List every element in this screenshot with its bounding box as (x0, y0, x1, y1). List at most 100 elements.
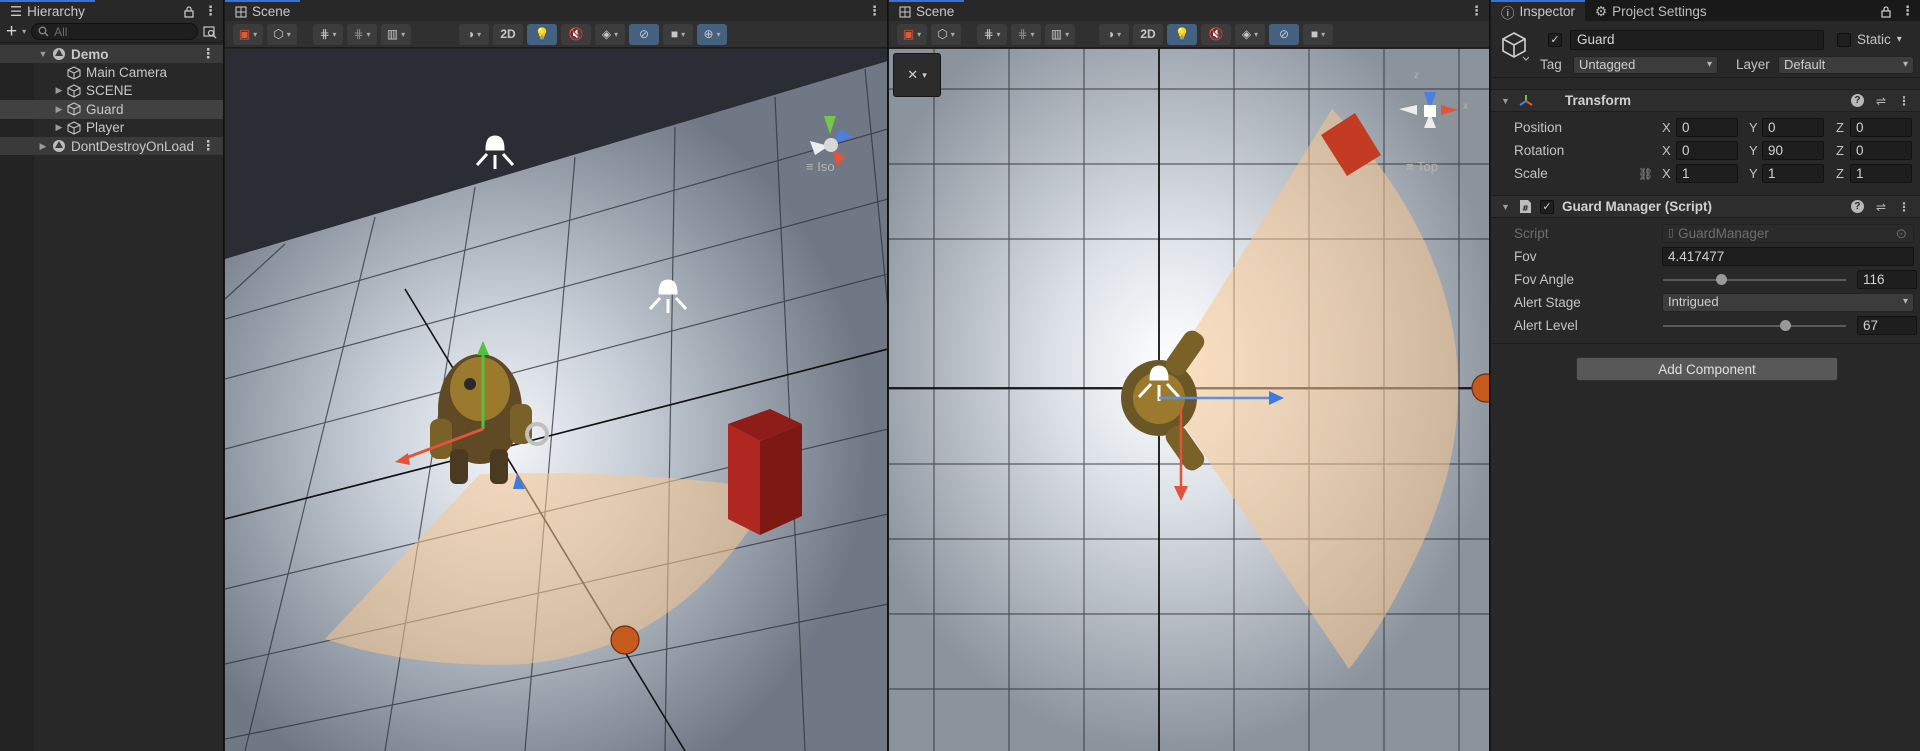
constrain-proportions-icon[interactable]: ⛓ (1638, 167, 1653, 181)
scene-viewport-iso[interactable]: ≡ Iso (225, 49, 887, 751)
lock-icon[interactable] (1881, 3, 1891, 18)
scale-z-field[interactable]: 1 (1850, 164, 1912, 183)
transform-title: Transform (1565, 93, 1632, 108)
draw-mode-button[interactable]: ▣ ▾ (897, 23, 927, 45)
hierarchy-item-main-camera[interactable]: Main Camera (0, 63, 223, 81)
component-menu-icon[interactable]: ⋮ (1898, 94, 1910, 108)
scene-menu-icon[interactable]: ⋮ (202, 138, 216, 154)
axis-y-label: Y (1749, 120, 1758, 135)
expand-arrow-icon[interactable]: ▼ (37, 49, 49, 59)
script-file-icon: # (1520, 200, 1531, 213)
effects-toggle-button[interactable]: ◈ ▾ (595, 23, 625, 45)
tab-scene[interactable]: Scene (889, 0, 965, 21)
alert-level-slider-thumb[interactable] (1780, 320, 1792, 331)
hierarchy-item-scene[interactable]: ▶ SCENE (0, 82, 223, 100)
increment-snap-button[interactable]: ⋕ ▾ (347, 23, 377, 45)
position-y-field[interactable]: 0 (1762, 118, 1824, 137)
expand-arrow-icon[interactable]: ▶ (53, 104, 65, 115)
toggle-2d-button[interactable]: 2D (493, 23, 523, 45)
scene-viewport-top[interactable]: z x ≡ Top (889, 49, 1489, 751)
fov-angle-field[interactable]: 116 (1857, 270, 1917, 289)
transform-component-header[interactable]: ▼ Transform ? ⇌ ⋮ (1491, 89, 1920, 112)
render-mode-button[interactable]: ⬡ ▾ (267, 23, 297, 45)
rotation-y-field[interactable]: 90 (1762, 141, 1824, 160)
fold-arrow-icon[interactable]: ▼ (1501, 202, 1511, 212)
object-name-field[interactable]: Guard (1570, 30, 1824, 50)
guard-manager-component-header[interactable]: ▼ # ✓ Guard Manager (Script) ? ⇌ ⋮ (1491, 195, 1920, 218)
hierarchy-item-demo[interactable]: ▼ Demo ⋮ (0, 45, 223, 64)
hierarchy-item-player[interactable]: ▶ Player (0, 119, 223, 137)
fov-field[interactable]: 4.417477 (1662, 247, 1914, 266)
help-icon[interactable]: ? (1850, 94, 1864, 107)
alert-level-field[interactable]: 67 (1857, 316, 1917, 335)
toggle-2d-button[interactable]: 2D (1133, 23, 1163, 45)
scene-tools-overlay-button[interactable]: ✕ ▾ (893, 53, 941, 97)
search-scope-icon[interactable] (203, 24, 217, 39)
lighting-toggle-button[interactable]: 💡 (527, 23, 557, 45)
rotation-z-field[interactable]: 0 (1850, 141, 1912, 160)
more-options-icon[interactable]: ⋮ (1470, 3, 1483, 19)
position-z-field[interactable]: 0 (1850, 118, 1912, 137)
audio-toggle-button[interactable]: 🔇 (561, 23, 591, 45)
fov-angle-slider-thumb[interactable] (1716, 274, 1728, 285)
draw-mode-button[interactable]: ▣ ▾ (233, 23, 263, 45)
camera-settings-button[interactable]: ■ ▾ (1303, 23, 1333, 45)
help-icon[interactable]: ? (1850, 200, 1864, 213)
tab-scene[interactable]: Scene (225, 0, 301, 21)
iso-projection-label[interactable]: ≡ Iso (806, 159, 835, 174)
grid-snapping-button[interactable]: ⋕ ▾ (977, 23, 1007, 45)
more-options-icon[interactable]: ⋮ (868, 3, 881, 19)
active-checkbox[interactable]: ✓ (1548, 33, 1562, 47)
shading-mode-button[interactable]: ◑ ▾ (459, 23, 489, 45)
hidden-objects-toggle-button[interactable]: ⊘ (1269, 23, 1299, 45)
more-options-icon[interactable]: ⋮ (1901, 3, 1914, 19)
expand-arrow-icon[interactable]: ▶ (53, 85, 65, 96)
static-dropdown-icon[interactable]: ▾ (1897, 34, 1902, 45)
render-mode-button[interactable]: ⬡ ▾ (931, 23, 961, 45)
tab-project-settings[interactable]: ⚙ Project Settings (1585, 0, 1717, 21)
component-menu-icon[interactable]: ⋮ (1898, 200, 1910, 214)
more-options-icon[interactable]: ⋮ (204, 3, 217, 19)
camera-settings-button[interactable]: ■ ▾ (663, 23, 693, 45)
hierarchy-item-dontdestroyonload[interactable]: ▶ DontDestroyOnLoad ⋮ (0, 136, 223, 156)
audio-toggle-button[interactable]: 🔇 (1201, 23, 1231, 45)
top-projection-label[interactable]: ≡ Top (1406, 159, 1438, 174)
alert-stage-dropdown[interactable]: Intrigued (1662, 293, 1914, 312)
gizmos-button[interactable]: ⊕ ▾ (697, 23, 727, 45)
create-button[interactable]: + (6, 22, 17, 41)
add-component-button[interactable]: Add Component (1576, 357, 1838, 381)
effects-toggle-button[interactable]: ◈ ▾ (1235, 23, 1265, 45)
expand-arrow-icon[interactable]: ▶ (37, 141, 49, 152)
lock-icon[interactable] (184, 3, 194, 18)
position-x-field[interactable]: 0 (1676, 118, 1738, 137)
grid-plane-button[interactable]: ▥ ▾ (1045, 23, 1075, 45)
hierarchy-search-input[interactable]: All (31, 23, 198, 40)
rotation-x-field[interactable]: 0 (1676, 141, 1738, 160)
scale-x-field[interactable]: 1 (1676, 164, 1738, 183)
tab-inspector[interactable]: ⓘ Inspector (1491, 0, 1586, 21)
presets-icon[interactable]: ⇌ (1876, 94, 1886, 108)
create-dropdown-icon[interactable]: ▾ (22, 27, 26, 36)
scene-menu-icon[interactable]: ⋮ (202, 46, 216, 62)
inspector-tabbar: ⓘ Inspector ⚙ Project Settings ⋮ (1491, 0, 1920, 21)
fov-angle-slider-track[interactable] (1663, 279, 1846, 281)
alert-level-slider-track[interactable] (1663, 325, 1846, 327)
grid-plane-button[interactable]: ▥ ▾ (381, 23, 411, 45)
script-enabled-checkbox[interactable]: ✓ (1540, 199, 1554, 214)
grid-snapping-button[interactable]: ⋕ ▾ (313, 23, 343, 45)
hidden-objects-toggle-button[interactable]: ⊘ (629, 23, 659, 45)
tag-dropdown[interactable]: Untagged (1573, 56, 1718, 74)
increment-snap-button[interactable]: ⋕ ▾ (1011, 23, 1041, 45)
tab-hierarchy[interactable]: ☰ Hierarchy (0, 0, 95, 21)
hierarchy-list-icon: ☰ (10, 3, 23, 19)
static-toggle[interactable]: Static ▾ (1837, 32, 1902, 47)
presets-icon[interactable]: ⇌ (1876, 200, 1886, 214)
layer-dropdown[interactable]: Default (1778, 56, 1914, 74)
fold-arrow-icon[interactable]: ▼ (1501, 96, 1511, 106)
scale-y-field[interactable]: 1 (1762, 164, 1824, 183)
static-checkbox[interactable] (1837, 32, 1851, 47)
lighting-toggle-button[interactable]: 💡 (1167, 23, 1197, 45)
shading-mode-button[interactable]: ◑ ▾ (1099, 23, 1129, 45)
hierarchy-item-guard[interactable]: ▶ Guard (0, 100, 223, 119)
expand-arrow-icon[interactable]: ▶ (53, 122, 65, 133)
